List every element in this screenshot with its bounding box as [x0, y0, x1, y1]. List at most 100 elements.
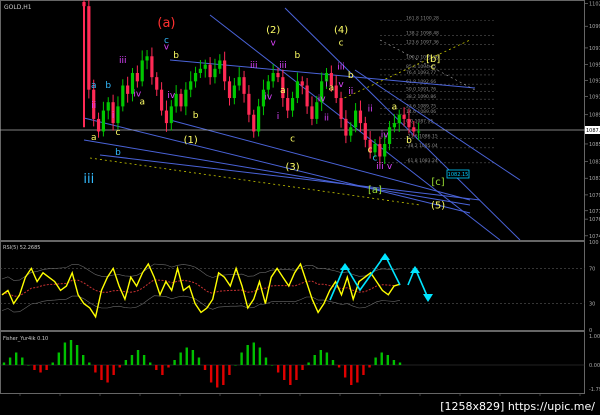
price-axis-label: 1089.0 [589, 113, 600, 119]
candle-body [315, 102, 319, 119]
candle-body [334, 85, 338, 99]
price-axis-label: 1079.4 [589, 193, 600, 199]
wave-label: i [112, 111, 115, 121]
fisher-bar [301, 365, 304, 370]
fisher-label: Fisher_Yur4ik 0.10 [3, 336, 48, 342]
rsi-label: RSI(5) 52.2685 [3, 245, 40, 251]
wave-label: a [392, 103, 398, 113]
price-axis-label: 1081.4 [589, 176, 600, 182]
fisher-bar [362, 365, 365, 375]
candle-body [373, 143, 377, 153]
rsi-arrowhead [410, 266, 420, 273]
fisher-bar [8, 357, 12, 365]
candle-body [160, 89, 164, 111]
candle-body [227, 81, 232, 99]
candle-body [349, 127, 353, 136]
rsi-arrowhead [423, 294, 433, 302]
rsi-arrowhead [340, 263, 350, 270]
symbol-label: GOLD,H1 [4, 4, 32, 11]
wave-label: i [277, 112, 280, 122]
fib-level-label: 38.2 1090.86 [406, 94, 436, 100]
fib-level-label: 123.6 1097.36 [406, 40, 439, 46]
wave-label: a [329, 84, 335, 94]
fisher-bar [51, 362, 54, 365]
fisher-bar [179, 352, 182, 365]
fisher-bar [398, 362, 402, 365]
fisher-bar [21, 357, 24, 365]
wave-label: b [105, 81, 111, 91]
fisher-bar [88, 362, 91, 365]
rsi-band-lower [1, 295, 401, 313]
fisher-bar [161, 365, 164, 375]
fisher-bar [149, 362, 152, 365]
candle-body [310, 106, 314, 119]
rsi-axis-label: 70 [589, 266, 595, 272]
candle-body [140, 60, 144, 82]
price-box-label: 1082.15 [448, 172, 469, 178]
price-axis-label: 1102.3 [589, 2, 600, 8]
fisher-bar [295, 365, 298, 380]
fisher-bar [350, 365, 353, 385]
price-axis-label: 1085.5 [589, 142, 600, 148]
candle-body [164, 110, 169, 124]
wave-label: b [348, 71, 354, 81]
fisher-bar [343, 365, 347, 378]
candle-body [237, 77, 241, 86]
wave-label: (5) [431, 200, 445, 211]
fisher-bar [130, 355, 134, 365]
fisher-bar [368, 365, 371, 368]
fisher-bar [319, 350, 322, 365]
fisher-bar [106, 365, 109, 383]
candle-body [271, 72, 275, 82]
candle-body [116, 106, 120, 124]
fisher-bar [27, 365, 30, 366]
fisher-bar [222, 365, 225, 385]
candle-body [276, 72, 280, 78]
fisher-bar [234, 365, 237, 366]
candle-body [300, 81, 304, 86]
price-axis-label: 1083.4 [589, 160, 600, 166]
fisher-bar [14, 352, 18, 365]
fisher-bar [69, 340, 73, 365]
candle-body [184, 89, 188, 107]
fisher-bar [392, 360, 396, 365]
candle-body [363, 123, 367, 140]
rsi-line [1, 262, 401, 319]
wave-label: iv [264, 93, 273, 103]
fisher-bar [337, 365, 341, 368]
fisher-bar [264, 357, 268, 365]
candle-body [344, 118, 348, 136]
candle-body [257, 106, 261, 132]
wave-label: v [338, 80, 344, 90]
wave-label: c [115, 128, 120, 138]
candle-body [193, 72, 198, 82]
candle-body [126, 85, 130, 94]
wave-label: c [431, 63, 436, 73]
candle-body [407, 118, 411, 128]
wave-label: b [193, 111, 199, 121]
candle-body [150, 56, 154, 78]
wave-label: ii [91, 101, 96, 111]
wave-label: b [295, 51, 301, 61]
fisher-bar [94, 365, 97, 373]
wave-label: ii [348, 87, 353, 97]
trendline [83, 117, 471, 214]
fisher-bar [82, 355, 85, 365]
current-price-label: 1087. [586, 128, 600, 134]
wave-label: iii [119, 56, 127, 66]
wave-label: (2) [266, 25, 280, 36]
candle-body [339, 98, 343, 119]
candle-body [242, 77, 246, 94]
candle-body [179, 93, 183, 107]
fib-level-label: -61.8 1083.24 [406, 158, 438, 164]
candle-body [266, 81, 270, 90]
candle-body [412, 127, 416, 132]
trendline [83, 139, 471, 206]
candle-body [378, 143, 382, 157]
fisher-bar [203, 365, 207, 370]
wave-label: v [270, 38, 276, 48]
wave-label: i [325, 79, 328, 89]
candle-body [155, 77, 159, 90]
fisher-bar [167, 365, 170, 368]
candle-body [417, 131, 421, 133]
